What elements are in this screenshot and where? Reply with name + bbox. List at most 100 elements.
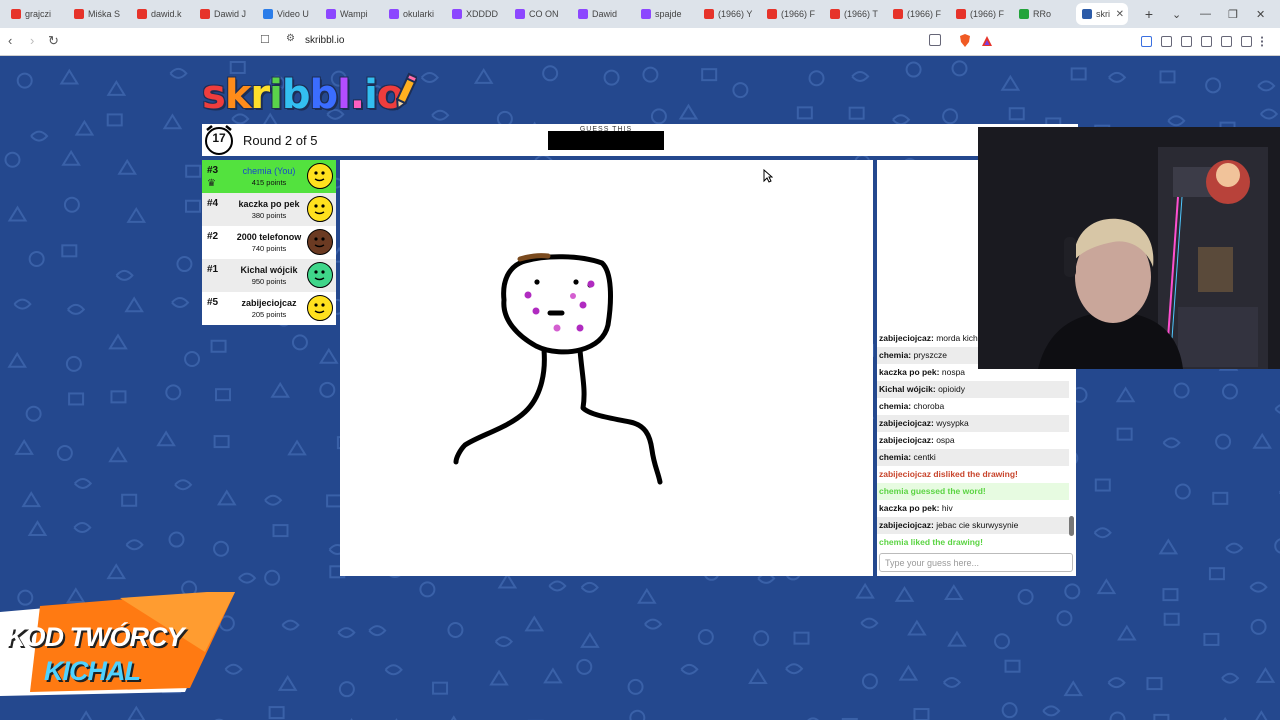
doodle-shape xyxy=(1205,77,1222,94)
doodle-shape xyxy=(184,351,201,368)
doodle-shape xyxy=(419,581,436,598)
close-tab-icon[interactable]: ✕ xyxy=(1116,9,1128,20)
doodle-shape xyxy=(473,67,494,84)
browser-tab[interactable]: spajde xyxy=(635,3,693,25)
browser-tab[interactable]: (1966) Y xyxy=(698,3,756,25)
skribbl-logo: skribbl.io xyxy=(202,72,404,118)
doodle-shape xyxy=(28,250,45,267)
shield-icon[interactable] xyxy=(1241,36,1252,47)
doodle-shape xyxy=(1252,432,1272,449)
chat-text: jebac cie skurwysynie xyxy=(936,520,1019,530)
browser-tab[interactable]: okularki xyxy=(383,3,441,25)
browser-tab[interactable]: (1966) F xyxy=(950,3,1008,25)
player-row[interactable]: #5 zabijeciojcaz 205 points xyxy=(202,292,336,325)
browser-tab[interactable]: Miśka S xyxy=(68,3,126,25)
player-rank: #2 xyxy=(207,231,219,242)
doodle-shape xyxy=(156,430,176,447)
wallet-icon[interactable] xyxy=(1201,36,1212,47)
extension-icon[interactable] xyxy=(1141,36,1152,47)
doodle-shape xyxy=(1153,713,1170,720)
doodle-shape xyxy=(108,446,128,463)
sidebar-icon[interactable] xyxy=(1181,36,1192,47)
browser-tab[interactable]: Dawid xyxy=(572,3,630,25)
chat-message: zabijeciojcaz: jebac cie skurwysynie xyxy=(877,517,1069,534)
chat-username: zabijeciojcaz: xyxy=(879,435,934,445)
drawing-canvas[interactable] xyxy=(340,160,873,576)
extension-icon[interactable] xyxy=(1221,36,1232,47)
extension-icon[interactable] xyxy=(1161,36,1172,47)
doodle-shape xyxy=(1116,427,1133,441)
doodle-shape xyxy=(785,663,804,675)
chat-text: nospa xyxy=(941,367,966,377)
player-row[interactable]: #4 kaczka po pek 380 points xyxy=(202,193,336,226)
tab-title: (1966) F xyxy=(907,9,942,19)
forward-icon[interactable]: › xyxy=(30,33,34,48)
doodle-shape xyxy=(1221,383,1238,400)
player-avatar xyxy=(307,163,333,189)
player-row[interactable]: #3 ♛ chemia (You) 415 points xyxy=(202,160,336,193)
back-icon[interactable]: ‹ xyxy=(8,33,12,48)
tab-search-chevron-icon[interactable]: ⌄ xyxy=(1172,0,1181,28)
browser-tab[interactable]: Wampi xyxy=(320,3,378,25)
browser-tab[interactable]: grajczi xyxy=(5,3,63,25)
avatar-face-icon xyxy=(314,237,325,248)
chat-message: kaczka po pek: hiv xyxy=(877,500,1069,517)
browser-tab-active[interactable]: skri ✕ xyxy=(1076,3,1128,25)
doodle-shape xyxy=(701,68,718,82)
tab-favicon-icon xyxy=(137,9,147,19)
doodle-shape xyxy=(1174,483,1191,500)
tab-title: skri xyxy=(1096,9,1110,19)
doodle-shape xyxy=(420,72,439,84)
browser-tab[interactable]: Video U xyxy=(257,3,315,25)
player-avatar xyxy=(307,196,333,222)
chat-username: zabijeciojcaz: xyxy=(879,333,934,343)
menu-icon[interactable] xyxy=(1261,36,1272,47)
tab-favicon-icon xyxy=(326,9,336,19)
doodle-shape xyxy=(270,381,290,398)
browser-tab[interactable]: RRo xyxy=(1013,3,1071,25)
doodle-shape xyxy=(944,584,964,601)
browser-tab[interactable]: (1966) T xyxy=(824,3,882,25)
minimize-icon[interactable]: — xyxy=(1200,0,1211,28)
doodle-shape xyxy=(748,668,768,684)
creator-code-label: KOD TWÓRCY xyxy=(6,622,184,652)
translate-icon[interactable] xyxy=(929,34,941,46)
close-window-icon[interactable]: ✕ xyxy=(1256,0,1265,28)
doodle-shape xyxy=(106,113,123,127)
brave-rewards-icon[interactable] xyxy=(981,34,993,46)
doodle-shape xyxy=(7,351,27,368)
browser-tab[interactable]: (1966) F xyxy=(887,3,945,25)
doodle-shape xyxy=(74,119,95,136)
doodle-shape xyxy=(1096,578,1117,595)
player-row[interactable]: #1 Kichal wójcik 950 points xyxy=(202,259,336,292)
url-text[interactable]: skribbl.io xyxy=(305,35,344,46)
doodle-shape xyxy=(171,297,190,309)
doodle-shape xyxy=(67,303,86,315)
new-tab-icon[interactable]: + xyxy=(1138,6,1160,22)
doodle-shape xyxy=(1107,677,1126,689)
brave-shield-icon[interactable] xyxy=(959,34,971,47)
doodle-shape xyxy=(1158,538,1179,555)
doodle-shape xyxy=(1274,404,1280,414)
maximize-icon[interactable]: ❐ xyxy=(1228,0,1238,28)
player-points: 205 points xyxy=(251,310,287,319)
site-info-icon[interactable]: ⚙ xyxy=(286,33,295,44)
player-row[interactable]: #2 2000 telefonow 740 points xyxy=(202,226,336,259)
reload-icon[interactable]: ↻ xyxy=(48,33,59,49)
doodle-shape xyxy=(1108,71,1127,83)
browser-tab[interactable]: CO ON xyxy=(509,3,567,25)
browser-tab[interactable]: dawid.k xyxy=(131,3,189,25)
doodle-shape xyxy=(1162,437,1181,449)
browser-tab[interactable]: (1966) F xyxy=(761,3,819,25)
tab-favicon-icon xyxy=(704,9,714,19)
guess-input[interactable] xyxy=(879,553,1073,572)
browser-tab[interactable]: Dawid J xyxy=(194,3,252,25)
doodle-shape xyxy=(185,164,202,178)
tab-favicon-icon xyxy=(578,9,588,19)
doodle-shape xyxy=(268,706,285,720)
doodle-shape xyxy=(65,355,82,372)
bookmark-icon[interactable]: ☐ xyxy=(260,33,270,46)
chat-scrollbar[interactable] xyxy=(1069,516,1074,536)
browser-tab[interactable]: XDDDD xyxy=(446,3,504,25)
doodle-shape xyxy=(162,113,183,130)
